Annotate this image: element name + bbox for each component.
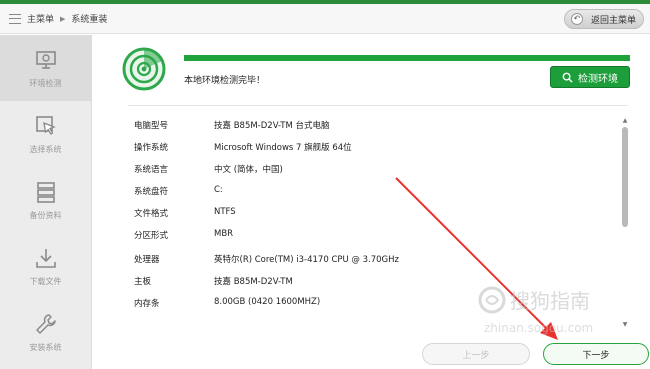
next-step-button[interactable]: 下一步	[543, 343, 649, 365]
info-value: MBR	[214, 229, 234, 239]
sidebar-item-label: 安装系统	[29, 342, 62, 352]
info-value: 技嘉 B85M-D2V-TM 台式电脑	[214, 121, 330, 131]
sidebar-item-download[interactable]: 下载文件	[0, 233, 91, 299]
sidebar-item-select-system[interactable]: 选择系统	[0, 101, 91, 167]
wrench-icon	[35, 313, 56, 334]
pc-check-icon	[35, 50, 56, 69]
info-value: NTFS	[214, 207, 236, 217]
info-value: 英特尔(R) Core(TM) i3-4170 CPU @ 3.70GHz	[214, 255, 399, 265]
scan-progress-bar	[184, 55, 630, 61]
info-value: 技嘉 B85M-D2V-TM	[214, 277, 293, 287]
scroll-up-arrow-icon[interactable]: ▲	[620, 117, 630, 125]
scroll-down-arrow-icon[interactable]: ▼	[620, 321, 630, 329]
cursor-window-icon	[35, 115, 56, 135]
title-bar: 主菜单 ▶ 系统重装 ↶ 返回主菜单	[0, 4, 650, 34]
info-key: 主板	[134, 277, 152, 287]
radar-scan-icon	[122, 47, 166, 91]
scan-progress-fill	[184, 55, 630, 61]
info-key: 处理器	[134, 255, 160, 265]
sidebar-item-label: 环境检测	[29, 78, 62, 88]
info-key: 内存条	[134, 299, 160, 309]
breadcrumb-separator-icon: ▶	[60, 14, 66, 23]
info-key: 文件格式	[134, 209, 169, 219]
system-info-list: 电脑型号 技嘉 B85M-D2V-TM 台式电脑操作系统 Microsoft Win…	[134, 119, 614, 319]
info-scrollbar[interactable]: ▲ ▼	[620, 117, 630, 329]
breadcrumb-main[interactable]: 主菜单	[27, 12, 54, 25]
sidebar-item-label: 选择系统	[29, 144, 62, 154]
menu-icon[interactable]	[9, 13, 21, 24]
info-value: Microsoft Windows 7 旗舰版 64位	[214, 143, 352, 153]
return-arrow-icon: ↶	[571, 13, 583, 25]
database-icon	[36, 181, 55, 203]
sidebar: 环境检测 选择系统 备份资料 下载文件 安装系统	[0, 35, 92, 369]
back-to-main-button[interactable]: ↶ 返回主菜单	[564, 9, 644, 29]
info-key: 操作系统	[134, 143, 169, 153]
breadcrumb-current: 系统重装	[71, 15, 108, 25]
main-panel: 本地环境检测完毕！ 检测环境 电脑型号 技嘉 B85M-D2V-TM 台式电脑操作…	[92, 35, 650, 369]
sidebar-item-label: 下载文件	[29, 276, 62, 286]
info-value: 中文 (简体，中国)	[214, 165, 283, 175]
info-key: 系统盘符	[134, 187, 169, 197]
sidebar-item-env-check[interactable]: 环境检测	[0, 35, 91, 101]
download-icon	[35, 248, 56, 268]
detect-environment-button[interactable]: 检测环境	[550, 66, 630, 88]
info-key: 系统语言	[134, 165, 169, 175]
previous-step-button[interactable]: 上一步	[422, 343, 530, 365]
section-divider	[128, 105, 628, 106]
sidebar-item-backup[interactable]: 备份资料	[0, 167, 91, 233]
scroll-thumb[interactable]	[622, 127, 628, 227]
scan-status-text: 本地环境检测完毕！	[184, 76, 266, 86]
sidebar-item-install[interactable]: 安装系统	[0, 299, 91, 365]
info-key: 电脑型号	[134, 121, 169, 131]
info-key: 分区形式	[134, 231, 169, 241]
detect-environment-label: 检测环境	[578, 73, 618, 85]
sidebar-item-label: 备份资料	[29, 210, 62, 220]
info-value: C:	[214, 185, 223, 195]
info-value: 8.00GB (0420 1600MHZ)	[214, 297, 321, 307]
search-icon	[562, 72, 573, 83]
back-to-main-label: 返回主菜单	[591, 15, 637, 26]
